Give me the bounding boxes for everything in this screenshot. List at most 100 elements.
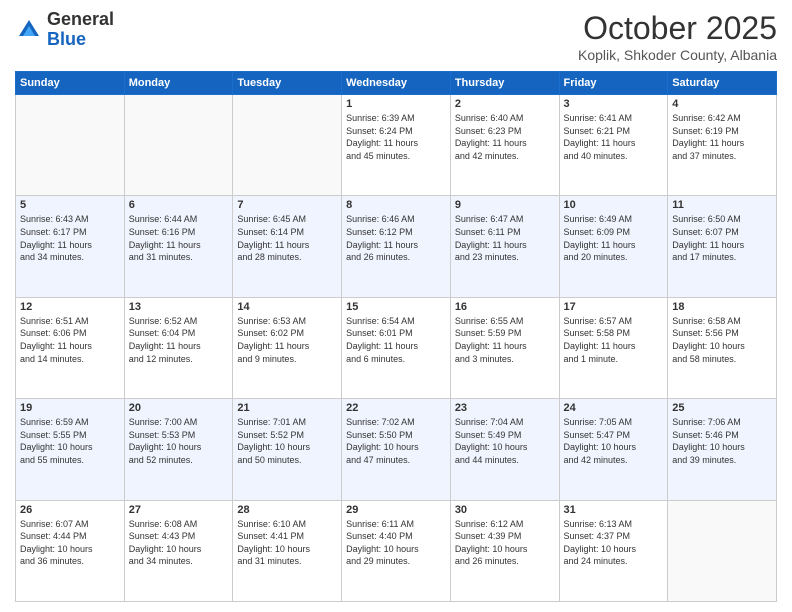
- day-number: 23: [455, 402, 555, 414]
- table-cell: 7 Sunrise: 6:45 AM Sunset: 6:14 PM Daylig…: [233, 196, 342, 297]
- day-info: Sunrise: 6:10 AM Sunset: 4:41 PM Dayligh…: [237, 518, 337, 568]
- table-cell: 20 Sunrise: 7:00 AM Sunset: 5:53 PM Dayli…: [124, 399, 233, 500]
- day-number: 15: [346, 301, 446, 313]
- day-info: Sunrise: 6:08 AM Sunset: 4:43 PM Dayligh…: [129, 518, 229, 568]
- day-info: Sunrise: 7:00 AM Sunset: 5:53 PM Dayligh…: [129, 416, 229, 466]
- day-number: 5: [20, 199, 120, 211]
- day-info: Sunrise: 6:50 AM Sunset: 6:07 PM Dayligh…: [672, 213, 772, 263]
- location: Koplik, Shkoder County, Albania: [578, 47, 777, 63]
- page: General Blue October 2025 Koplik, Shkode…: [0, 0, 792, 612]
- table-cell: 16Sunrise: 6:55 AM Sunset: 5:59 PM Dayli…: [450, 297, 559, 398]
- day-info: Sunrise: 6:53 AM Sunset: 6:02 PM Dayligh…: [237, 315, 337, 365]
- header: General Blue October 2025 Koplik, Shkode…: [15, 10, 777, 63]
- table-cell: 26 Sunrise: 6:07 AM Sunset: 4:44 PM Dayli…: [16, 500, 125, 601]
- day-info: Sunrise: 7:04 AM Sunset: 5:49 PM Dayligh…: [455, 416, 555, 466]
- day-number: 9: [455, 199, 555, 211]
- table-cell: 14 Sunrise: 6:53 AM Sunset: 6:02 PM Dayli…: [233, 297, 342, 398]
- calendar: Sunday Monday Tuesday Wednesday Thursday…: [15, 71, 777, 602]
- day-number: 26: [20, 504, 120, 516]
- table-cell: 23 Sunrise: 7:04 AM Sunset: 5:49 PM Dayli…: [450, 399, 559, 500]
- day-info: Sunrise: 6:45 AM Sunset: 6:14 PM Dayligh…: [237, 213, 337, 263]
- table-cell: 3Sunrise: 6:41 AM Sunset: 6:21 PM Daylig…: [559, 95, 668, 196]
- day-number: 24: [564, 402, 664, 414]
- day-number: 27: [129, 504, 229, 516]
- logo-blue-text: Blue: [47, 29, 86, 49]
- day-info: Sunrise: 6:12 AM Sunset: 4:39 PM Dayligh…: [455, 518, 555, 568]
- table-cell: 11 Sunrise: 6:50 AM Sunset: 6:07 PM Dayli…: [668, 196, 777, 297]
- day-info: Sunrise: 6:51 AM Sunset: 6:06 PM Dayligh…: [20, 315, 120, 365]
- table-cell: 21 Sunrise: 7:01 AM Sunset: 5:52 PM Dayli…: [233, 399, 342, 500]
- day-info: Sunrise: 6:54 AM Sunset: 6:01 PM Dayligh…: [346, 315, 446, 365]
- day-number: 28: [237, 504, 337, 516]
- day-number: 17: [564, 301, 664, 313]
- day-info: Sunrise: 7:02 AM Sunset: 5:50 PM Dayligh…: [346, 416, 446, 466]
- calendar-row: 12Sunrise: 6:51 AM Sunset: 6:06 PM Dayli…: [16, 297, 777, 398]
- day-info: Sunrise: 6:11 AM Sunset: 4:40 PM Dayligh…: [346, 518, 446, 568]
- day-info: Sunrise: 6:49 AM Sunset: 6:09 PM Dayligh…: [564, 213, 664, 263]
- day-number: 18: [672, 301, 772, 313]
- logo-general-text: General: [47, 9, 114, 29]
- table-cell: 15 Sunrise: 6:54 AM Sunset: 6:01 PM Dayli…: [342, 297, 451, 398]
- logo: General Blue: [15, 10, 114, 50]
- day-number: 7: [237, 199, 337, 211]
- day-info: Sunrise: 6:59 AM Sunset: 5:55 PM Dayligh…: [20, 416, 120, 466]
- table-cell: 1 Sunrise: 6:39 AM Sunset: 6:24 PM Daylig…: [342, 95, 451, 196]
- col-sunday: Sunday: [16, 72, 125, 95]
- day-number: 2: [455, 98, 555, 110]
- day-number: 25: [672, 402, 772, 414]
- table-cell: 18Sunrise: 6:58 AM Sunset: 5:56 PM Dayli…: [668, 297, 777, 398]
- table-cell: 9 Sunrise: 6:47 AM Sunset: 6:11 PM Daylig…: [450, 196, 559, 297]
- day-info: Sunrise: 6:07 AM Sunset: 4:44 PM Dayligh…: [20, 518, 120, 568]
- day-info: Sunrise: 6:57 AM Sunset: 5:58 PM Dayligh…: [564, 315, 664, 365]
- day-number: 19: [20, 402, 120, 414]
- day-info: Sunrise: 6:47 AM Sunset: 6:11 PM Dayligh…: [455, 213, 555, 263]
- day-number: 29: [346, 504, 446, 516]
- table-cell: 13Sunrise: 6:52 AM Sunset: 6:04 PM Dayli…: [124, 297, 233, 398]
- table-cell: [668, 500, 777, 601]
- calendar-row: 19 Sunrise: 6:59 AM Sunset: 5:55 PM Dayli…: [16, 399, 777, 500]
- table-cell: 6 Sunrise: 6:44 AM Sunset: 6:16 PM Daylig…: [124, 196, 233, 297]
- header-row: Sunday Monday Tuesday Wednesday Thursday…: [16, 72, 777, 95]
- month-title: October 2025: [578, 10, 777, 47]
- day-number: 20: [129, 402, 229, 414]
- day-number: 3: [564, 98, 664, 110]
- table-cell: 8Sunrise: 6:46 AM Sunset: 6:12 PM Daylig…: [342, 196, 451, 297]
- day-number: 14: [237, 301, 337, 313]
- table-cell: [16, 95, 125, 196]
- table-cell: 29 Sunrise: 6:11 AM Sunset: 4:40 PM Dayli…: [342, 500, 451, 601]
- table-cell: 25 Sunrise: 7:06 AM Sunset: 5:46 PM Dayli…: [668, 399, 777, 500]
- col-wednesday: Wednesday: [342, 72, 451, 95]
- table-cell: 22 Sunrise: 7:02 AM Sunset: 5:50 PM Dayli…: [342, 399, 451, 500]
- table-cell: [124, 95, 233, 196]
- table-cell: 17 Sunrise: 6:57 AM Sunset: 5:58 PM Dayli…: [559, 297, 668, 398]
- table-cell: 10 Sunrise: 6:49 AM Sunset: 6:09 PM Dayli…: [559, 196, 668, 297]
- col-friday: Friday: [559, 72, 668, 95]
- col-tuesday: Tuesday: [233, 72, 342, 95]
- day-number: 31: [564, 504, 664, 516]
- day-info: Sunrise: 7:01 AM Sunset: 5:52 PM Dayligh…: [237, 416, 337, 466]
- table-cell: 27 Sunrise: 6:08 AM Sunset: 4:43 PM Dayli…: [124, 500, 233, 601]
- col-thursday: Thursday: [450, 72, 559, 95]
- day-number: 4: [672, 98, 772, 110]
- day-info: Sunrise: 7:06 AM Sunset: 5:46 PM Dayligh…: [672, 416, 772, 466]
- day-number: 6: [129, 199, 229, 211]
- table-cell: 31 Sunrise: 6:13 AM Sunset: 4:37 PM Dayli…: [559, 500, 668, 601]
- day-info: Sunrise: 6:39 AM Sunset: 6:24 PM Dayligh…: [346, 112, 446, 162]
- table-cell: 24Sunrise: 7:05 AM Sunset: 5:47 PM Dayli…: [559, 399, 668, 500]
- day-number: 11: [672, 199, 772, 211]
- day-number: 13: [129, 301, 229, 313]
- day-number: 1: [346, 98, 446, 110]
- day-info: Sunrise: 6:44 AM Sunset: 6:16 PM Dayligh…: [129, 213, 229, 263]
- calendar-row: 1 Sunrise: 6:39 AM Sunset: 6:24 PM Daylig…: [16, 95, 777, 196]
- logo-icon: [15, 16, 43, 44]
- day-number: 22: [346, 402, 446, 414]
- day-info: Sunrise: 6:46 AM Sunset: 6:12 PM Dayligh…: [346, 213, 446, 263]
- day-number: 16: [455, 301, 555, 313]
- day-number: 21: [237, 402, 337, 414]
- day-info: Sunrise: 6:40 AM Sunset: 6:23 PM Dayligh…: [455, 112, 555, 162]
- day-info: Sunrise: 6:43 AM Sunset: 6:17 PM Dayligh…: [20, 213, 120, 263]
- table-cell: 2 Sunrise: 6:40 AM Sunset: 6:23 PM Daylig…: [450, 95, 559, 196]
- table-cell: 19 Sunrise: 6:59 AM Sunset: 5:55 PM Dayli…: [16, 399, 125, 500]
- day-number: 10: [564, 199, 664, 211]
- day-info: Sunrise: 6:13 AM Sunset: 4:37 PM Dayligh…: [564, 518, 664, 568]
